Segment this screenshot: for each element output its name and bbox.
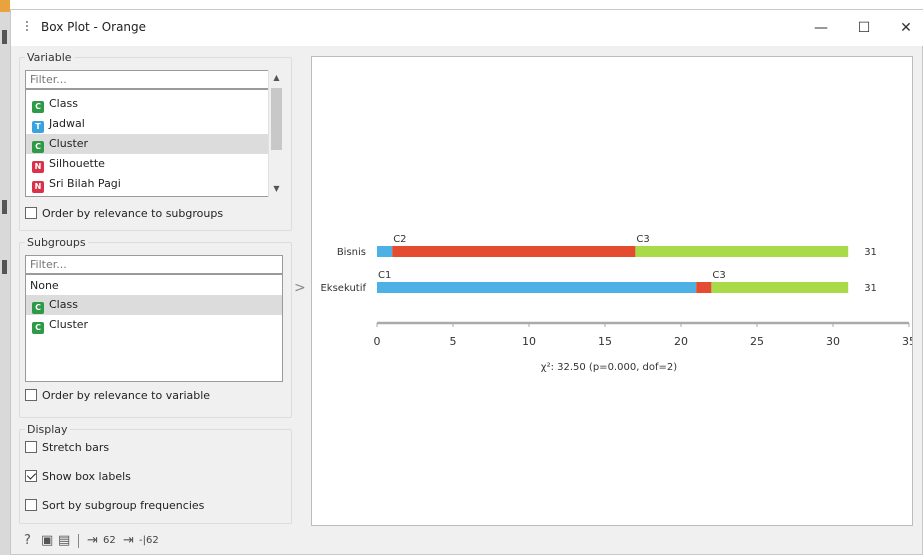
variable-item-label: Cluster xyxy=(49,137,89,150)
collapse-panel-arrow-icon[interactable]: > xyxy=(294,280,306,296)
background-marker xyxy=(2,200,7,214)
variable-item-jadwal[interactable]: T Jadwal xyxy=(26,114,269,134)
segment-label: C3 xyxy=(636,234,649,245)
maximize-button[interactable]: ☐ xyxy=(849,16,879,40)
x-tick-label: 25 xyxy=(750,335,764,348)
bar-segment xyxy=(696,282,712,293)
box-plot-window: Box Plot - Orange — ☐ ✕ Variable C Class … xyxy=(10,9,923,555)
bar-segment xyxy=(635,246,849,257)
output-count: -|62 xyxy=(139,535,159,546)
checkbox-box[interactable] xyxy=(25,389,37,401)
minimize-button[interactable]: — xyxy=(806,16,836,40)
checkbox-label: Stretch bars xyxy=(42,441,110,454)
x-tick-label: 15 xyxy=(598,335,612,348)
variable-item-label: Class xyxy=(49,97,78,110)
variable-item-label: Silhouette xyxy=(49,157,105,170)
variable-filter-input[interactable] xyxy=(25,70,283,89)
orange-widget-icon xyxy=(26,21,34,35)
x-tick-label: 10 xyxy=(522,335,536,348)
input-data-icon: ⇥ xyxy=(87,533,98,548)
variable-item-silhouette[interactable]: N Silhouette xyxy=(26,154,269,174)
save-image-icon[interactable]: ▣ xyxy=(41,533,53,549)
bar-segment xyxy=(711,282,849,293)
checkbox-box[interactable] xyxy=(25,207,37,219)
segment-label: C2 xyxy=(393,234,406,245)
categorical-variable-icon: C xyxy=(32,101,44,113)
text-variable-icon: T xyxy=(32,121,44,133)
scroll-up-icon[interactable]: ▲ xyxy=(269,70,284,85)
numeric-variable-icon: N xyxy=(32,161,44,173)
subgroup-item-label: Cluster xyxy=(49,318,89,331)
variable-list[interactable]: C Class T Jadwal C Cluster N Silhouette N Sri… xyxy=(25,89,283,197)
report-icon[interactable]: ▤ xyxy=(58,533,70,549)
stretch-bars-checkbox[interactable]: Stretch bars xyxy=(25,441,109,457)
input-count: 62 xyxy=(103,535,116,546)
checkbox-label: Show box labels xyxy=(42,470,131,483)
checkbox-label: Sort by subgroup frequencies xyxy=(42,499,205,512)
bar-segment xyxy=(392,246,636,257)
subgroup-item-none[interactable]: None xyxy=(26,276,282,296)
bar-segment xyxy=(377,246,393,257)
categorical-variable-icon: C xyxy=(32,322,44,334)
sort-by-subgroup-frequencies-checkbox[interactable]: Sort by subgroup frequencies xyxy=(25,499,204,515)
show-box-labels-checkbox[interactable]: Show box labels xyxy=(25,470,131,486)
variable-item-sri-bilah-pagi[interactable]: N Sri Bilah Pagi xyxy=(26,174,269,194)
variable-list-scrollbar[interactable]: ▲ ▼ xyxy=(268,70,283,197)
subgroup-item-label: None xyxy=(30,279,59,292)
checkbox-box[interactable] xyxy=(25,470,37,482)
x-tick-label: 20 xyxy=(674,335,688,348)
variable-item-class[interactable]: C Class xyxy=(26,94,269,114)
subgroup-item-cluster[interactable]: C Cluster xyxy=(26,315,282,335)
order-by-relevance-to-variable-checkbox[interactable]: Order by relevance to variable xyxy=(25,389,210,405)
numeric-variable-icon: N xyxy=(32,181,44,193)
subgroups-group-title: Subgroups xyxy=(25,236,88,249)
checkbox-box[interactable] xyxy=(25,441,37,453)
x-tick-label: 35 xyxy=(902,335,912,348)
status-bar: ? ▣ ▤ ⇥ 62 ⇥ -|62 xyxy=(11,528,923,554)
x-tick-label: 0 xyxy=(374,335,381,348)
category-label: Eksekutif xyxy=(320,283,366,294)
subgroups-filter-input[interactable] xyxy=(25,255,283,274)
segment-label: C1 xyxy=(378,270,391,281)
variable-item-label: Sri Bilah Pagi xyxy=(49,177,121,190)
display-group-title: Display xyxy=(25,423,70,436)
status-separator xyxy=(78,534,79,548)
variable-item-cluster[interactable]: C Cluster xyxy=(26,134,269,154)
checkbox-box[interactable] xyxy=(25,499,37,511)
subgroup-item-label: Class xyxy=(49,298,78,311)
total-label: 31 xyxy=(864,283,877,294)
subgroup-item-class[interactable]: C Class xyxy=(26,295,282,315)
close-button[interactable]: ✕ xyxy=(891,16,921,40)
x-tick-label: 5 xyxy=(450,335,457,348)
subgroups-list[interactable]: None C Class C Cluster xyxy=(25,274,283,382)
category-label: Bisnis xyxy=(337,247,366,258)
background-window-strip xyxy=(0,0,10,555)
x-tick-label: 30 xyxy=(826,335,840,348)
background-marker xyxy=(2,260,7,274)
categorical-variable-icon: C xyxy=(32,141,44,153)
background-app-accent xyxy=(0,0,10,12)
categorical-variable-icon: C xyxy=(32,302,44,314)
variable-item-label: Jadwal xyxy=(49,117,85,130)
bar-segment xyxy=(377,282,697,293)
order-by-relevance-to-subgroups-checkbox[interactable]: Order by relevance to subgroups xyxy=(25,207,223,223)
total-label: 31 xyxy=(864,247,877,258)
checkbox-label: Order by relevance to variable xyxy=(42,389,211,402)
checkbox-label: Order by relevance to subgroups xyxy=(42,207,224,220)
scrollbar-thumb[interactable] xyxy=(271,88,282,150)
box-plot-canvas[interactable]: Bisnis C2 C3 31 Eksekutif C1 C3 31 0 5 10 15 20 25 30 3… xyxy=(311,56,913,526)
output-data-icon: ⇥ xyxy=(123,533,134,548)
background-marker xyxy=(2,30,7,44)
stacked-bar-chart: Bisnis C2 C3 31 Eksekutif C1 C3 31 0 5 10 15 20 25 30 3… xyxy=(320,234,912,373)
segment-label: C3 xyxy=(712,270,725,281)
scroll-down-icon[interactable]: ▼ xyxy=(269,181,284,196)
title-bar[interactable]: Box Plot - Orange — ☐ ✕ xyxy=(11,10,923,46)
variable-group-title: Variable xyxy=(25,51,74,64)
help-icon[interactable]: ? xyxy=(24,533,31,549)
window-title: Box Plot - Orange xyxy=(41,20,147,34)
chi-square-statistic: χ²: 32.50 (p=0.000, dof=2) xyxy=(541,362,677,373)
